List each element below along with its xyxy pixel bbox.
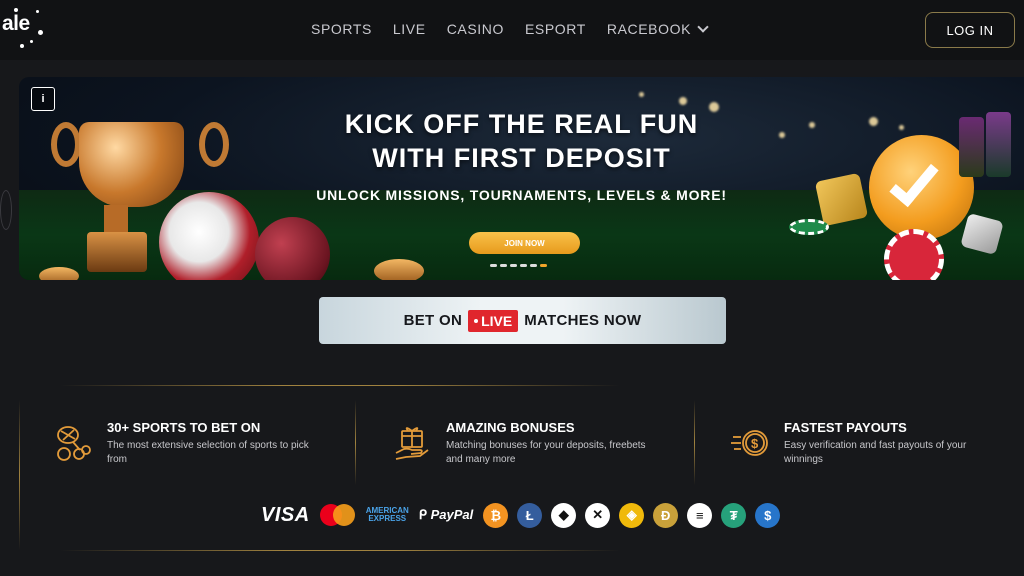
banner-subtitle: UNLOCK MISSIONS, TOURNAMENTS, LEVELS & M… [316,187,727,203]
nav-sports[interactable]: SPORTS [311,21,372,37]
nav-casino-label: CASINO [446,21,504,37]
main-nav: SPORTS LIVE CASINO ESPORT RACEBOOK [311,21,709,37]
sports-icon [52,423,92,463]
casino-chip-icon [789,219,829,235]
feature-description: The most extensive selection of sports t… [107,440,309,465]
crypto-icons: ₿ Ł ◆ ✕ ◈ Ð ≡ ₮ $ [483,502,781,528]
coin-icon [39,267,79,280]
carousel-dot[interactable] [540,264,547,267]
feature-title: 30+ SPORTS TO BET ON [107,420,261,435]
feature-description: Easy verification and fast payouts of yo… [784,440,967,465]
mastercard-icon [319,504,356,526]
carousel-dot[interactable] [530,264,537,267]
banner-title-line1: KICK OFF THE REAL FUN [344,109,699,139]
site-header: ale SPORTS LIVE CASINO ESPORT RACEBOOK L… [0,0,1024,60]
amex-line2: EXPRESS [368,514,407,523]
trophy-stem [104,205,128,235]
bitcoin-icon: ₿ [483,502,509,528]
fast-payout-icon: $ [731,423,771,463]
payment-methods: VISA AMERICAN EXPRESS ᑭ PayPal ₿ Ł ◆ ✕ ◈ Ð ≡ ₮ $ [261,502,781,528]
casino-chip-icon [884,229,944,280]
coin-icon [374,259,424,280]
nav-esport[interactable]: ESPORT [525,21,586,37]
usdc-icon: $ [755,502,781,528]
solana-icon: ≡ [687,502,713,528]
nav-racebook[interactable]: RACEBOOK [606,21,709,37]
live-banner-prefix: BET ON [403,312,463,329]
nav-racebook-label: RACEBOOK [606,21,692,37]
live-dot-icon [474,318,479,323]
carousel-dot[interactable] [490,264,497,267]
divider-vertical-left [19,400,20,550]
divider-vertical [355,400,356,485]
carousel-dot[interactable] [500,264,507,267]
divider-vertical [694,400,695,485]
join-now-button[interactable]: JOIN NOW [469,232,580,254]
feature-description: Matching bonuses for your deposits, free… [446,440,646,465]
paypal-label: PayPal [430,507,474,522]
carousel-dot[interactable] [520,264,527,267]
banner-title-line2: WITH FIRST DEPOSIT [372,143,671,173]
left-decoration [0,190,12,230]
chevron-down-icon [697,21,709,33]
divider-bottom [60,550,620,551]
feature-title: FASTEST PAYOUTS [784,420,907,435]
feature-title: AMAZING BONUSES [446,420,575,435]
xrp-icon: ✕ [585,502,611,528]
paypal-icon: ᑭ PayPal [418,507,474,522]
dogecoin-icon: Ð [653,502,679,528]
live-banner-suffix: MATCHES NOW [524,312,642,329]
promo-banner[interactable]: i KICK OFF THE REAL FUN WITH FIRST DEPOS… [19,77,1024,280]
litecoin-icon: Ł [517,502,543,528]
login-button[interactable]: LOG IN [925,12,1015,48]
trophy-base [87,232,147,272]
live-badge: LIVE [468,309,519,332]
carousel-dot[interactable] [510,264,517,267]
carousel-dots [490,264,547,267]
logo[interactable]: ale [2,12,30,36]
divider-top [60,385,620,386]
nav-esport-label: ESPORT [524,21,586,37]
ethereum-icon: ◆ [551,502,577,528]
nav-casino[interactable]: CASINO [447,21,504,37]
svg-text:$: $ [751,436,759,451]
tether-icon: ₮ [721,502,747,528]
visa-icon: VISA [261,503,310,526]
gift-icon [392,423,432,463]
nav-live[interactable]: LIVE [393,21,426,37]
nav-live-label: LIVE [392,21,426,37]
nav-sports-label: SPORTS [311,21,372,37]
live-badge-label: LIVE [481,312,513,329]
live-matches-banner[interactable]: BET ON LIVE MATCHES NOW [319,297,726,344]
amex-icon: AMERICAN EXPRESS [366,507,409,523]
info-icon[interactable]: i [31,87,55,111]
bnb-icon: ◈ [619,502,645,528]
